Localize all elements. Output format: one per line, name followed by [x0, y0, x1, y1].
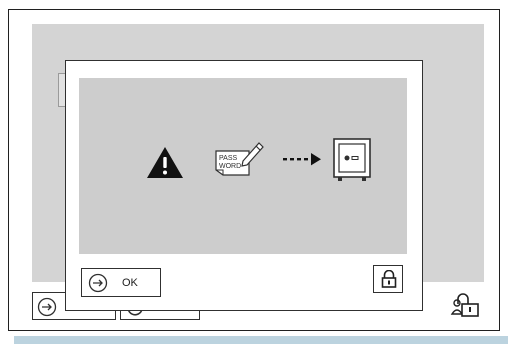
- user-unlock-icon: [450, 293, 479, 317]
- safe-icon: [333, 138, 371, 181]
- ok-button-label: OK: [122, 277, 138, 289]
- dotted-arrow-right-icon: [283, 153, 321, 166]
- arrow-right-circle-icon: [37, 297, 57, 317]
- dialog-illustration-panel: PASS WORD: [79, 78, 407, 254]
- password-note-line-2: WORD: [219, 163, 241, 170]
- lock-button[interactable]: [373, 265, 403, 293]
- user-unlock-button[interactable]: [450, 292, 486, 322]
- ok-button[interactable]: OK: [81, 268, 161, 297]
- padlock-icon: [381, 270, 397, 288]
- bottom-strip: [14, 336, 508, 344]
- warning-triangle-icon: [147, 147, 183, 178]
- password-dialog: PASS WORD OK: [65, 60, 423, 311]
- password-note-icon: PASS WORD: [215, 139, 265, 179]
- arrow-right-circle-icon: [88, 273, 108, 293]
- password-note-line-1: PASS: [219, 155, 237, 162]
